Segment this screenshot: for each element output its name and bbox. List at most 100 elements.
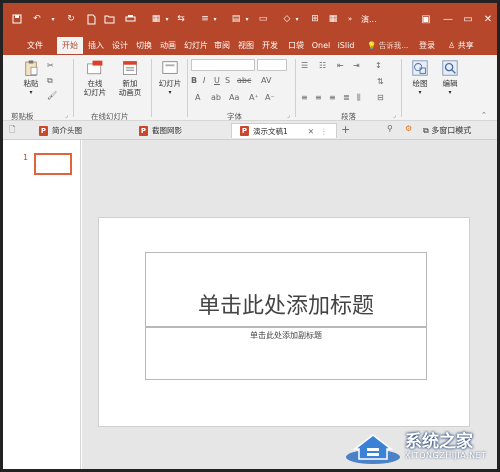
strikethrough-button[interactable]: abc [237, 76, 251, 85]
shadow-button[interactable]: S [225, 76, 230, 85]
save-icon[interactable] [11, 13, 23, 25]
shapes-dropdown-icon[interactable]: ▾ [293, 13, 301, 25]
character-spacing-button[interactable]: AV [261, 76, 271, 85]
paste-button[interactable]: 粘贴 ▾ [19, 59, 43, 97]
tab-developer[interactable]: 开发 [259, 37, 281, 54]
tab-animations[interactable]: 动画 [157, 37, 179, 54]
new-animated-page-button[interactable]: 新加 动画页 [113, 59, 147, 97]
shape-format-icon[interactable]: ▦ [149, 13, 163, 25]
copy-icon[interactable]: ⧉ [47, 76, 53, 86]
customize-toolbar-icon[interactable]: » [345, 13, 355, 25]
tab-transitions[interactable]: 切换 [133, 37, 155, 54]
slides-button[interactable]: 幻灯片 ▾ [155, 59, 185, 97]
paste-dropdown-icon[interactable]: ▾ [29, 88, 32, 97]
font-color-icon[interactable]: A [195, 93, 200, 102]
share-button[interactable]: ♙ 共享 [448, 40, 474, 51]
tab-islide[interactable]: iSlid [335, 37, 357, 54]
shrink-font-icon[interactable]: A⁻ [265, 93, 275, 102]
online-slides-button[interactable]: 在线 幻灯片 [79, 59, 111, 97]
underline-button[interactable]: U [214, 76, 220, 85]
change-case-button[interactable]: Aa [229, 93, 239, 102]
close-tab-icon[interactable]: ✕ [308, 127, 314, 136]
drawing-button[interactable]: 绘图 ▾ [407, 59, 433, 97]
new-doc-icon[interactable] [85, 13, 97, 25]
document-icon[interactable]: 🗋 [9, 124, 15, 138]
numbering-icon[interactable]: ☷ [319, 61, 326, 70]
maximize-button[interactable]: ▭ [459, 10, 477, 28]
line-spacing-icon[interactable]: ↕ [375, 61, 382, 70]
group-divider [151, 59, 152, 117]
cut-icon[interactable]: ✂ [47, 61, 54, 70]
ribbon-display-options-button[interactable]: ▣ [417, 10, 435, 28]
slide-canvas[interactable]: 单击此处添加标题 单击此处添加副标题 [98, 217, 470, 427]
doc-tab-intro-header[interactable]: P 简介头图 [25, 123, 91, 138]
tab-pocket[interactable]: 口袋 [285, 37, 307, 54]
settings-icon[interactable]: ⚙ [405, 124, 412, 133]
tab-menu-icon[interactable]: ⋮ [320, 127, 328, 136]
font-launcher-icon[interactable]: ⌟ [287, 112, 290, 119]
painter-dropdown-icon[interactable]: ▾ [243, 13, 251, 25]
clipboard-launcher-icon[interactable]: ⌟ [65, 112, 68, 119]
table-icon[interactable]: ▦ [327, 13, 339, 25]
print-icon[interactable] [123, 13, 137, 25]
bullets-icon[interactable]: ☰ [301, 61, 308, 70]
slide-thumbnail[interactable] [34, 153, 72, 175]
italic-button[interactable]: I [203, 76, 205, 85]
bold-button[interactable]: B [191, 76, 197, 85]
tab-onenote[interactable]: Onel [309, 37, 333, 54]
tab-home[interactable]: 开始 [57, 37, 83, 54]
columns-icon[interactable]: ⫼ [357, 93, 361, 103]
minimize-button[interactable]: — [439, 10, 457, 28]
add-tab-icon[interactable]: + [341, 123, 350, 136]
undo-icon[interactable]: ↶ [31, 13, 43, 25]
tab-slideshow[interactable]: 幻灯片 [181, 37, 211, 54]
tell-me-label: 告诉我... [378, 41, 409, 50]
open-icon[interactable] [103, 13, 115, 25]
subtitle-placeholder[interactable]: 单击此处添加副标题 [145, 327, 427, 380]
editing-button[interactable]: 编辑 ▾ [437, 59, 463, 97]
align-right-icon[interactable]: ≡ [329, 93, 336, 102]
doc-tab-presentation1[interactable]: P 演示文稿1 ✕ ⋮ [231, 123, 337, 138]
sign-in-link[interactable]: 登录 [419, 40, 435, 51]
drawing-dropdown-icon[interactable]: ▾ [418, 88, 421, 97]
align-center-icon[interactable]: ≡ [315, 93, 322, 102]
highlight-icon[interactable]: ab [211, 93, 221, 102]
increase-indent-icon[interactable]: ⇥ [353, 61, 360, 70]
paragraph-launcher-icon[interactable]: ⌟ [393, 112, 396, 119]
house-logo-icon [346, 434, 400, 464]
grow-font-icon[interactable]: A⁺ [249, 93, 259, 102]
shape-format-dropdown-icon[interactable]: ▾ [163, 13, 171, 25]
tab-insert[interactable]: 插入 [85, 37, 107, 54]
tab-view[interactable]: 视图 [235, 37, 257, 54]
collapse-ribbon-icon[interactable]: ⌃ [481, 111, 487, 119]
multi-window-mode-button[interactable]: ⧉ 多窗口模式 [423, 125, 471, 136]
tab-review[interactable]: 审阅 [211, 37, 233, 54]
title-placeholder[interactable]: 单击此处添加标题 [145, 252, 427, 327]
text-direction-icon[interactable]: ⇅ [377, 77, 384, 86]
editing-dropdown-icon[interactable]: ▾ [448, 88, 451, 97]
close-button[interactable]: ✕ [479, 10, 497, 28]
format-painter-icon[interactable]: 🖌 [47, 91, 57, 100]
redo-icon[interactable]: ↻ [65, 13, 77, 25]
text-direction-icon[interactable]: ⇆ [175, 13, 187, 25]
align-text-icon[interactable]: ⊟ [377, 93, 384, 102]
tab-file[interactable]: 文件 [21, 37, 49, 54]
slideshow-icon[interactable]: ▭ [257, 13, 269, 25]
align-dropdown-icon[interactable]: ▾ [211, 13, 219, 25]
tab-design[interactable]: 设计 [109, 37, 131, 54]
format-painter-icon[interactable]: ▤ [229, 13, 243, 25]
doc-tab-screenshot[interactable]: P 截图网影 [125, 123, 205, 138]
grid-icon[interactable]: ⊞ [309, 13, 321, 25]
decrease-indent-icon[interactable]: ⇤ [337, 61, 344, 70]
doc-tab-label: 演示文稿1 [253, 126, 288, 136]
align-icon[interactable]: ≡ [199, 13, 211, 25]
font-name-combobox[interactable] [191, 59, 255, 71]
tell-me-search[interactable]: 💡 告诉我... [367, 40, 408, 51]
pin-icon[interactable]: ⚲ [387, 124, 393, 133]
slides-dropdown-icon[interactable]: ▾ [168, 88, 171, 97]
justify-icon[interactable]: ≣ [343, 93, 350, 102]
font-size-combobox[interactable] [257, 59, 287, 71]
align-left-icon[interactable]: ≡ [301, 93, 308, 102]
undo-dropdown-icon[interactable]: ▾ [49, 13, 57, 25]
shapes-icon[interactable]: ◇ [281, 13, 293, 25]
